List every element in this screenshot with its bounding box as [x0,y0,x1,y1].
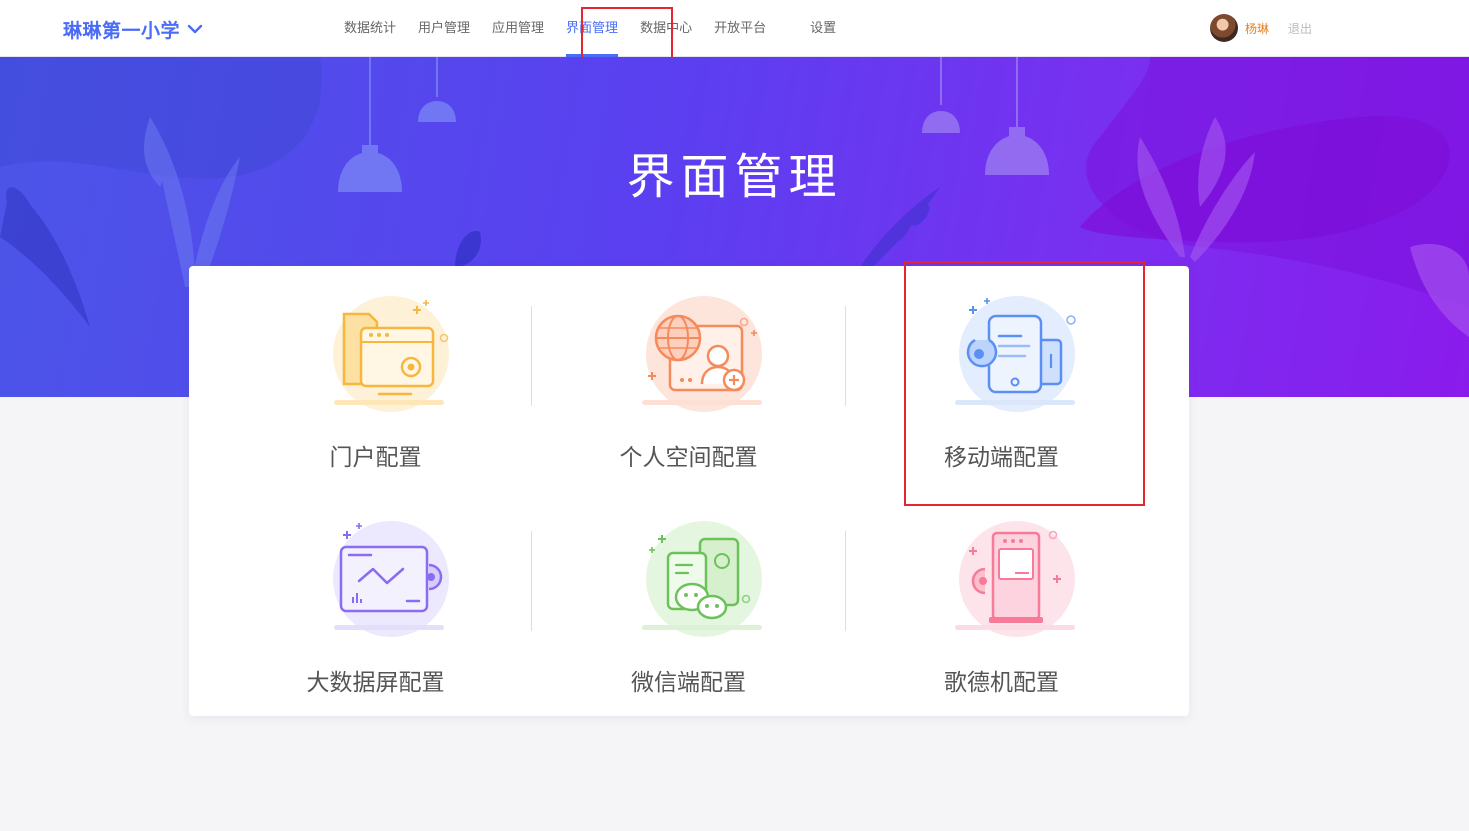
user-name[interactable]: 杨琳 [1245,20,1269,37]
main-nav: 数据统计 用户管理 应用管理 界面管理 数据中心 开放平台 设置 [333,0,847,57]
tile-label: 个人空间配置 [619,445,758,471]
nav-item-user-management[interactable]: 用户管理 [407,0,481,57]
nav-item-settings[interactable]: 设置 [799,0,847,57]
nav-item-data-center[interactable]: 数据中心 [629,0,703,57]
nav-item-data-statistics[interactable]: 数据统计 [333,0,407,57]
nav-item-ui-management[interactable]: 界面管理 [555,0,629,57]
tile-label: 门户配置 [329,445,422,471]
tile-wechat-config[interactable]: 微信端配置 [532,491,845,716]
tile-label: 微信端配置 [631,670,746,696]
tile-personal-space-config[interactable]: 个人空间配置 [532,266,845,491]
mobile-config-icon [955,296,1076,412]
nav-item-app-management[interactable]: 应用管理 [481,0,555,57]
tile-mobile-config[interactable]: 移动端配置 [845,266,1158,491]
tile-label: 移动端配置 [944,445,1059,471]
tile-kiosk-config[interactable]: 歌德机配置 [845,491,1158,716]
school-name: 琳琳第一小学 [63,19,181,42]
tile-label: 大数据屏配置 [306,670,445,696]
top-header: 琳琳第一小学 数据统计 用户管理 应用管理 界面管理 数据中心 开放平台 设置 … [0,0,1469,57]
personal-space-config-icon [642,296,762,412]
user-area: 杨琳 退出 [1210,12,1312,44]
big-data-screen-config-icon [333,521,449,637]
chevron-down-icon [187,24,203,34]
nav-item-open-platform[interactable]: 开放平台 [703,0,777,57]
config-card: 门户配置 个人空间配置 移动端配置 大数据屏配置 微信端配置 歌德机配置 [189,266,1189,716]
tile-label: 歌德机配置 [944,670,1059,696]
portal-config-icon [333,296,449,412]
kiosk-config-icon [955,521,1075,637]
banner-title: 界面管理 [626,149,843,205]
wechat-config-icon [642,521,762,637]
tile-big-data-screen-config[interactable]: 大数据屏配置 [219,491,532,716]
logout-link[interactable]: 退出 [1288,20,1312,37]
avatar[interactable] [1210,14,1238,42]
tile-portal-config[interactable]: 门户配置 [219,266,532,491]
school-switcher[interactable]: 琳琳第一小学 [63,15,204,43]
